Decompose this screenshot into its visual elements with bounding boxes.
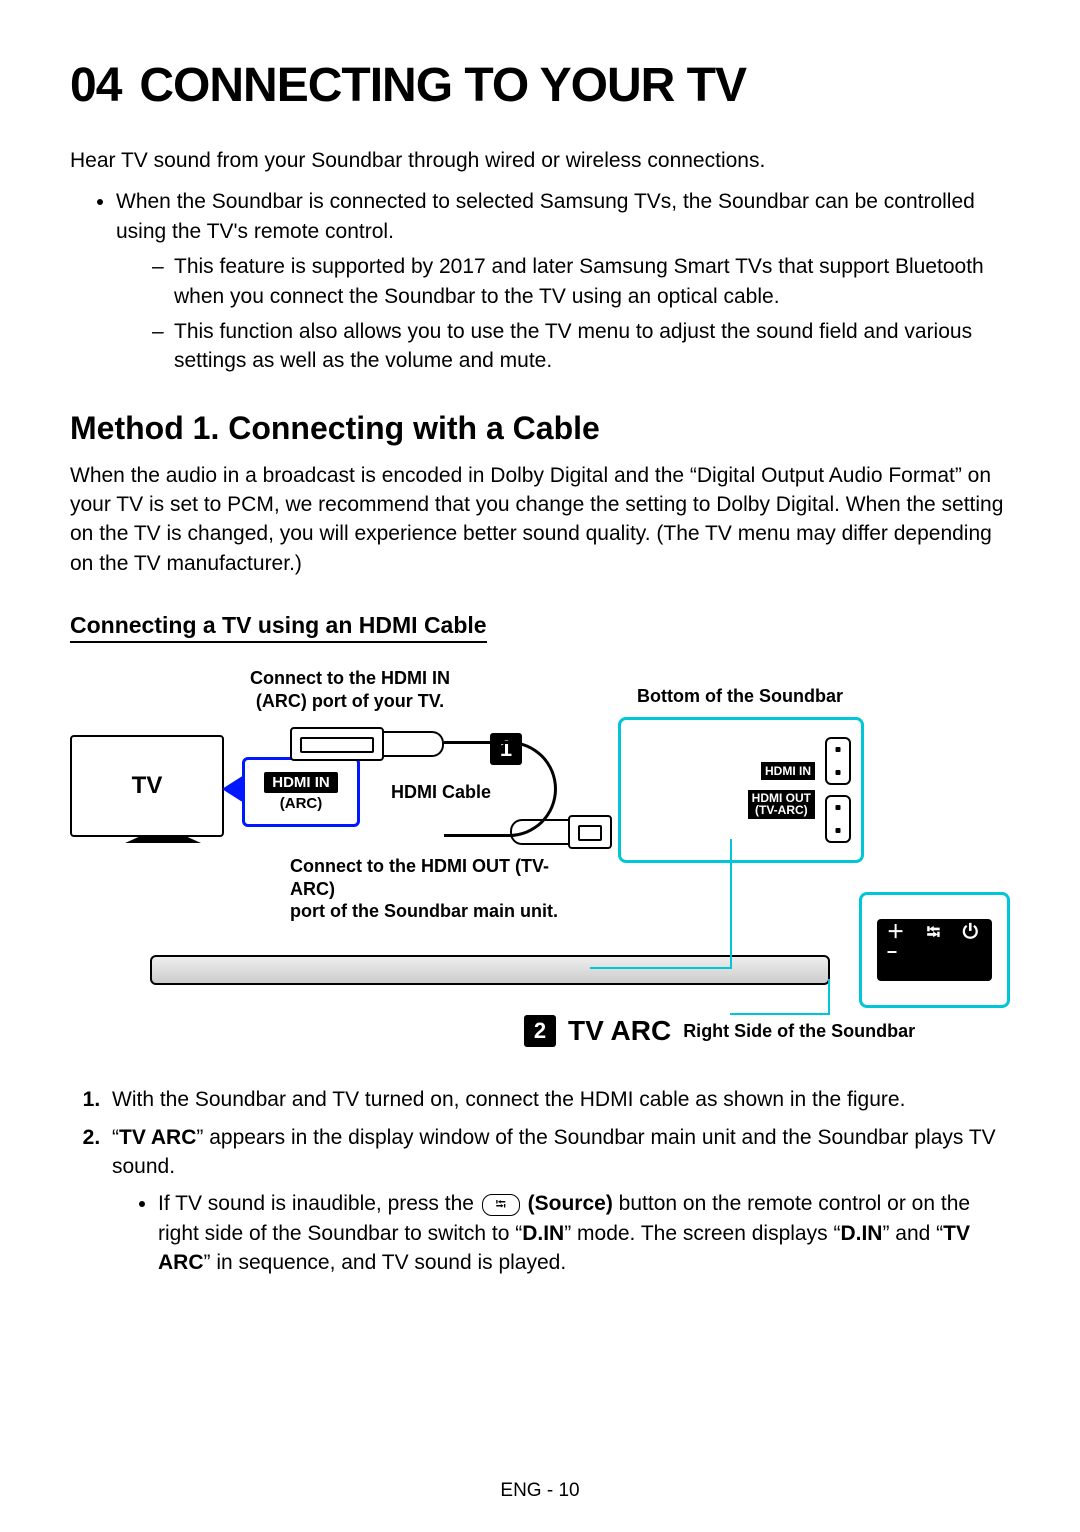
callout-arrow-icon	[222, 775, 244, 803]
connect-tv-label: Connect to the HDMI IN (ARC) port of you…	[240, 667, 460, 712]
hdmi-plug-icon	[568, 815, 612, 849]
list-item: This feature is supported by 2017 and la…	[152, 252, 1010, 311]
list-item: When the Soundbar is connected to select…	[116, 187, 1010, 375]
tv-arc-row: 2 TV ARC Right Side of the Soundbar	[524, 1015, 915, 1047]
section-heading: 04 CONNECTING TO YOUR TV	[70, 58, 1010, 113]
list-item: If TV sound is inaudible, press the ⭾ (S…	[158, 1189, 1010, 1277]
intro-paragraph: Hear TV sound from your Soundbar through…	[70, 147, 1010, 175]
hdmi-in-callout: HDMI IN (ARC)	[242, 757, 360, 827]
method1-heading: Method 1. Connecting with a Cable	[70, 410, 1010, 447]
section-number: 04	[70, 59, 121, 112]
tv-stand-icon	[125, 835, 201, 843]
port-hdmi-in-label: HDMI IN	[761, 762, 815, 780]
intro-dash-list: This feature is supported by 2017 and la…	[116, 252, 1010, 376]
method1-paragraph: When the audio in a broadcast is encoded…	[70, 461, 1010, 579]
hdmi-port-icon	[825, 795, 851, 843]
tv-icon: TV	[70, 735, 224, 837]
hdmi-port-icon	[825, 737, 851, 785]
list-item: This function also allows you to use the…	[152, 317, 1010, 376]
hdmi-plug-icon	[290, 727, 384, 761]
list-item: “TV ARC” appears in the display window o…	[106, 1123, 1010, 1278]
leader-line-icon	[730, 839, 732, 967]
leader-line-icon	[828, 979, 830, 1015]
section-title: CONNECTING TO YOUR TV	[139, 59, 746, 112]
soundbar-side-panel: ＋ ⭾ ⏻ −	[859, 892, 1010, 1008]
sub-heading: Connecting a TV using an HDMI Cable	[70, 612, 487, 643]
right-side-label: Right Side of the Soundbar	[683, 1021, 915, 1042]
bottom-soundbar-label: Bottom of the Soundbar	[630, 685, 850, 708]
connect-sb-label: Connect to the HDMI OUT (TV-ARC) port of…	[290, 855, 590, 923]
connection-diagram: Connect to the HDMI IN (ARC) port of you…	[70, 667, 1010, 1067]
hdmi-connector-icon	[382, 731, 444, 757]
leader-line-icon	[590, 967, 732, 969]
intro-bullet-list: When the Soundbar is connected to select…	[70, 187, 1010, 375]
side-panel-buttons: ＋ ⭾ ⏻ −	[877, 919, 993, 981]
list-item: With the Soundbar and TV turned on, conn…	[106, 1085, 1010, 1114]
soundbar-icon	[150, 955, 830, 985]
steps-list: With the Soundbar and TV turned on, conn…	[70, 1085, 1010, 1277]
port-hdmi-out-label: HDMI OUT (TV-ARC)	[748, 790, 815, 819]
soundbar-bottom-panel: HDMI IN HDMI OUT (TV-ARC)	[618, 717, 864, 863]
tv-arc-text: TV ARC	[568, 1015, 671, 1047]
page-footer: ENG - 10	[0, 1480, 1080, 1502]
step-2-badge: 2	[524, 1015, 556, 1047]
hdmi-connector-icon	[510, 819, 572, 845]
source-button-icon: ⭾	[482, 1194, 520, 1216]
